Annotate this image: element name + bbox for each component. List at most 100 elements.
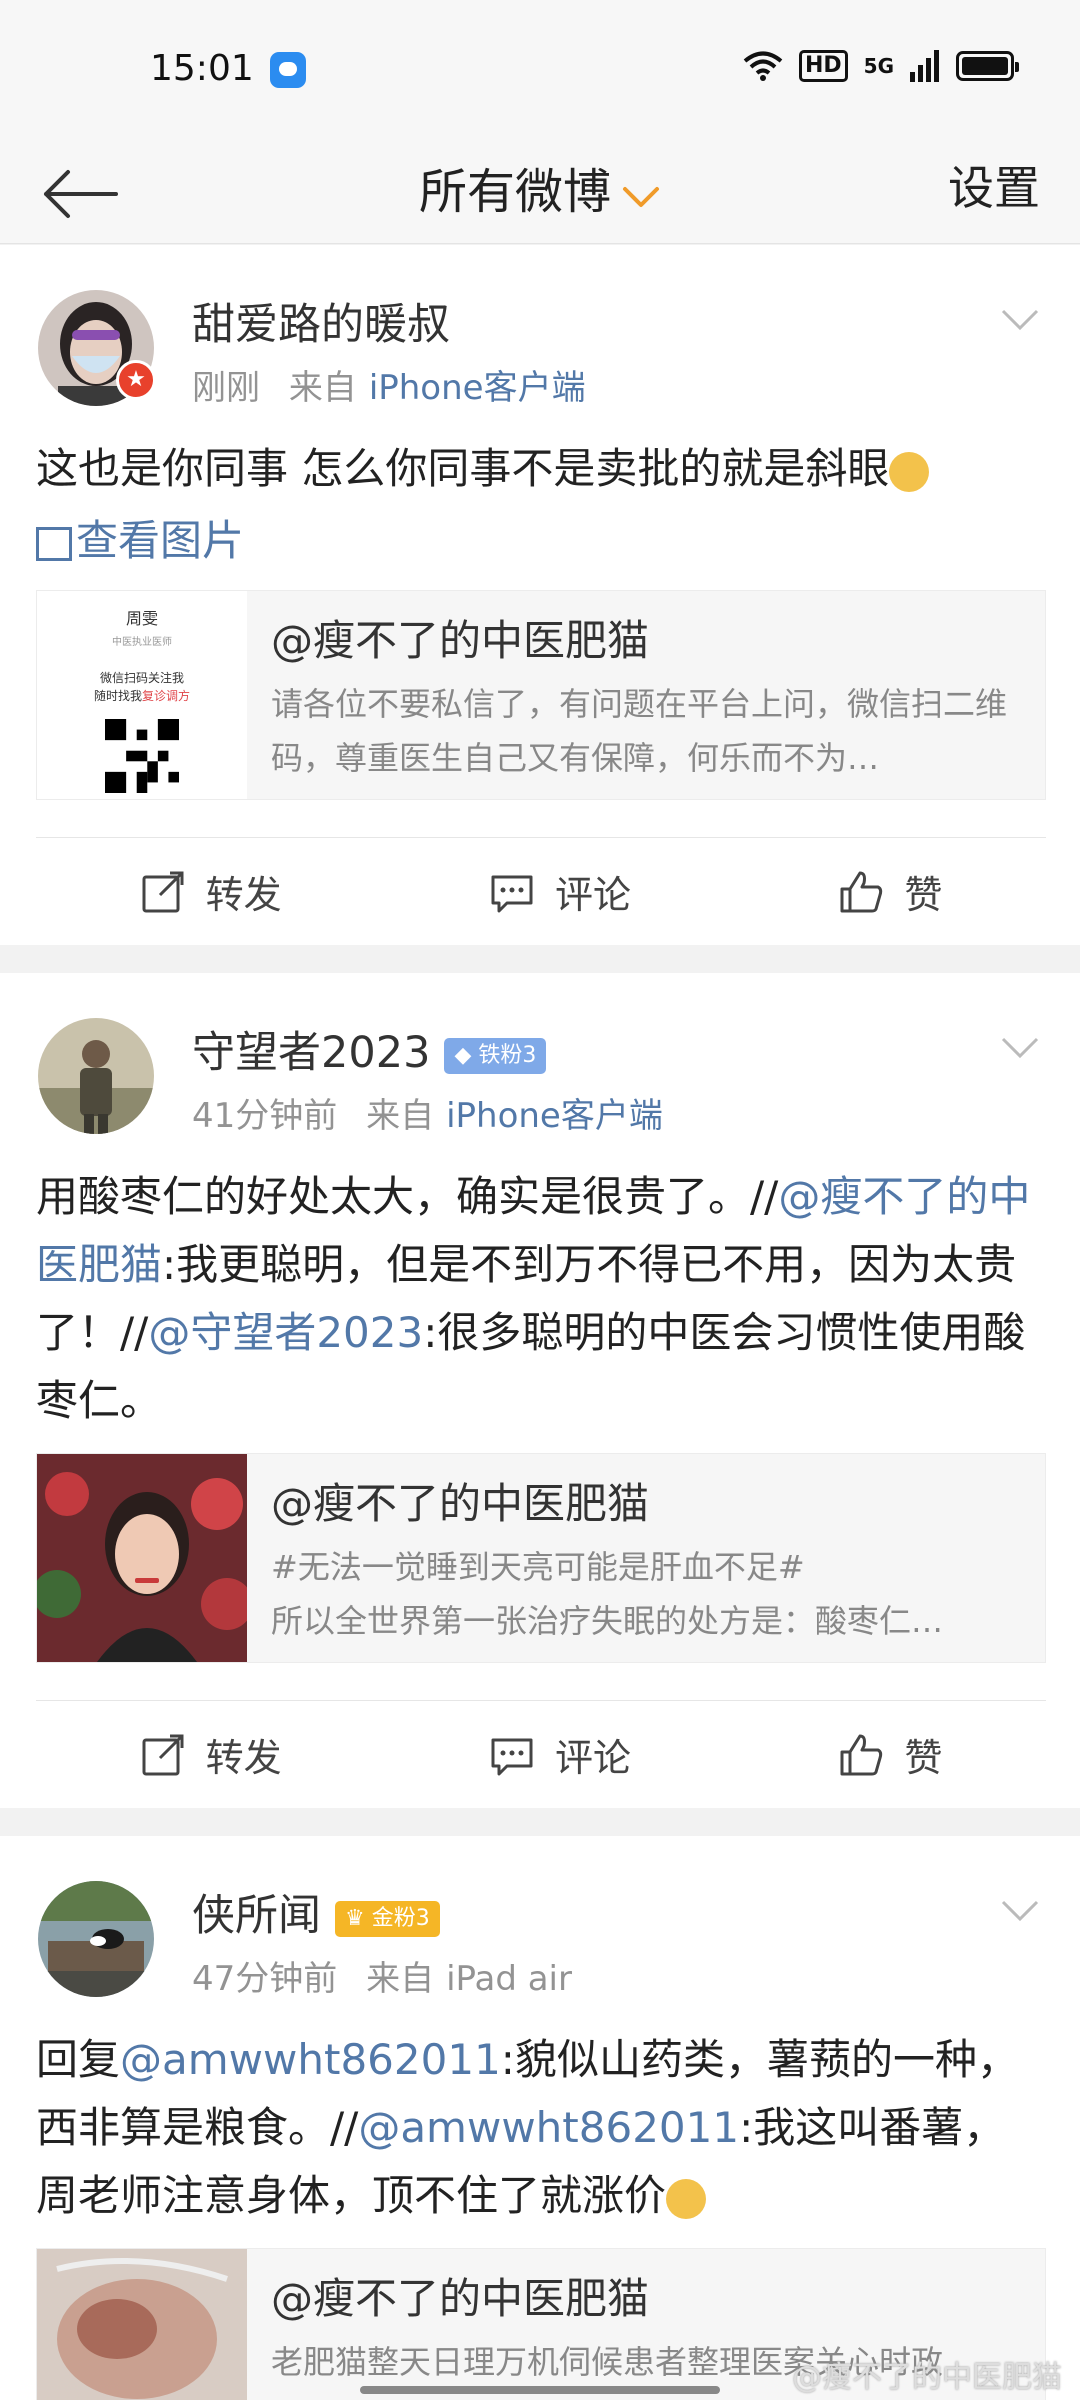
like-button[interactable]: 赞	[838, 864, 942, 919]
post-text: 用酸枣仁的好处太大，确实是很贵了。//@瘦不了的中医肥猫:我更聪明，但是不到万不…	[36, 1163, 1046, 1435]
post-source[interactable]: iPhone客户端	[446, 1096, 663, 1136]
app-notification-icon	[270, 52, 306, 88]
signal-icon	[910, 50, 939, 82]
diamond-icon: ◆	[454, 1042, 472, 1068]
post-meta: 刚刚 来自 iPhone客户端	[192, 360, 586, 409]
battery-icon	[956, 51, 1019, 81]
thumb-quote-text: 随时找我	[93, 689, 142, 703]
verified-badge-icon: ★	[116, 360, 156, 400]
post-source-prefix: 来自	[288, 368, 357, 408]
quote-hashtag[interactable]: #无法一觉睡到天亮可能是肝血不足#	[271, 1540, 1031, 1594]
repost-button[interactable]: 转发	[140, 1727, 282, 1782]
thumbs-up-icon	[840, 871, 883, 912]
comment-label: 评论	[554, 873, 631, 917]
comment-button[interactable]: 评论	[489, 1727, 631, 1782]
thumb-quote-line-1: 微信扫码关注我	[99, 671, 184, 685]
status-bar: 15:01 HD 5G	[0, 0, 1080, 140]
comment-icon	[491, 875, 533, 912]
view-picture-label: 查看图片	[76, 516, 245, 565]
crown-icon: ♛	[345, 1905, 365, 1931]
post-author[interactable]: 守望者2023	[192, 1028, 430, 1078]
thumb-quote: 微信扫码关注我 随时找我复诊调方	[57, 669, 227, 705]
post-text-segment: 回复	[36, 2035, 121, 2084]
post-time: 41分钟前	[192, 1096, 338, 1136]
post-actions: 转发 评论 赞	[36, 837, 1046, 945]
fan-badge: ♛ 金粉3	[335, 1900, 440, 1937]
avatar[interactable]	[38, 1018, 154, 1134]
chevron-down-icon	[621, 167, 661, 223]
post-source: iPad air	[446, 1959, 572, 1999]
post-actions: 转发 评论 赞	[36, 1700, 1046, 1808]
post-meta: 47分钟前 来自 iPad air	[192, 1951, 572, 2000]
comment-label: 评论	[554, 1736, 631, 1780]
post-card[interactable]: 守望者2023 ◆ 铁粉3 41分钟前 来自 iPhone客户端 用酸枣仁的好处太大…	[0, 973, 1080, 1808]
thumb-name: 周雯	[125, 609, 158, 628]
post-meta: 41分钟前 来自 iPhone客户端	[192, 1088, 663, 1137]
qr-code-image	[105, 719, 179, 793]
post-card[interactable]: 侠所闻 ♛ 金粉3 47分钟前 来自 iPad air 回复@amwwht86201…	[0, 1836, 1080, 2400]
post-time: 刚刚	[192, 368, 260, 408]
quote-author: @瘦不了的中医肥猫	[271, 616, 650, 665]
post-menu-chevron-icon[interactable]	[1000, 1035, 1040, 1061]
post-menu-chevron-icon[interactable]	[1000, 1898, 1040, 1924]
avatar[interactable]	[38, 1881, 154, 1997]
thumb-quote-highlight: 复诊调方	[142, 689, 191, 703]
settings-button[interactable]: 设置	[948, 152, 1040, 218]
repost-icon	[142, 1734, 184, 1775]
doge-emoji-icon	[889, 451, 930, 492]
quote-snippet: #无法一觉睡到天亮可能是肝血不足# 所以全世界第一张治疗失眠的处方是：酸枣仁…	[271, 1540, 1031, 1648]
post-card[interactable]: ★ 甜爱路的暖叔 刚刚 来自 iPhone客户端 这也是你同事 怎么你同事不是卖批…	[0, 245, 1080, 945]
mention-link[interactable]: @守望者2023	[148, 1308, 423, 1357]
post-source-prefix: 来自	[366, 1959, 435, 1999]
post-source[interactable]: iPhone客户端	[369, 368, 586, 408]
post-author-row: 侠所闻 ♛ 金粉3	[192, 1881, 440, 1943]
watermark: @瘦不了的中医肥猫	[792, 2360, 1062, 2395]
post-text: 这也是你同事 怎么你同事不是卖批的就是斜眼	[36, 435, 1046, 503]
quote-author: @瘦不了的中医肥猫	[271, 2274, 650, 2323]
status-icons: HD 5G	[743, 50, 1019, 82]
post-text-body: 这也是你同事 怎么你同事不是卖批的就是斜眼	[36, 444, 890, 493]
wifi-icon	[743, 51, 783, 81]
quote-snippet-line: 所以全世界第一张治疗失眠的处方是：酸枣仁…	[271, 1602, 944, 1640]
like-button[interactable]: 赞	[838, 1727, 942, 1782]
repost-label: 转发	[205, 1736, 282, 1780]
post-author[interactable]: 侠所闻	[192, 1891, 321, 1941]
quote-thumbnail	[37, 1454, 247, 1662]
post-time: 47分钟前	[192, 1959, 338, 1999]
quote-author: @瘦不了的中医肥猫	[271, 1479, 650, 1528]
post-author-row: 守望者2023 ◆ 铁粉3	[192, 1018, 547, 1080]
home-indicator[interactable]	[360, 2386, 720, 2394]
quoted-post[interactable]: 周雯 中医执业医师 微信扫码关注我 随时找我复诊调方 @瘦不了的中医肥猫 请各位…	[36, 590, 1046, 800]
thumbs-up-icon	[840, 1734, 883, 1775]
comment-icon	[491, 1738, 533, 1775]
nav-title: 所有微博	[418, 164, 611, 220]
hd-icon: HD	[798, 50, 848, 82]
fan-badge-label: 铁粉3	[478, 1042, 537, 1068]
view-picture-link[interactable]: 查看图片	[36, 507, 244, 568]
repost-label: 转发	[205, 873, 282, 917]
fan-badge: ◆ 铁粉3	[444, 1037, 547, 1074]
network-type: 5G	[863, 54, 894, 78]
repost-button[interactable]: 转发	[140, 864, 282, 919]
comment-button[interactable]: 评论	[489, 864, 631, 919]
post-author[interactable]: 甜爱路的暖叔	[192, 290, 450, 352]
mention-link[interactable]: @amwwht862011	[120, 2035, 501, 2084]
nav-bar: 所有微博 设置	[0, 140, 1080, 244]
quoted-post[interactable]: @瘦不了的中医肥猫 #无法一觉睡到天亮可能是肝血不足# 所以全世界第一张治疗失眠…	[36, 1453, 1046, 1663]
like-label: 赞	[904, 1736, 943, 1780]
thumb-subtitle: 中医执业医师	[112, 637, 172, 648]
feed-filter-dropdown[interactable]: 所有微博	[0, 152, 1080, 223]
post-text: 回复@amwwht862011:貌似山药类，薯蓣的一种，西非算是粮食。//@am…	[36, 2026, 1046, 2230]
status-time: 15:01	[150, 48, 254, 89]
post-menu-chevron-icon[interactable]	[1000, 307, 1040, 333]
quote-snippet: 请各位不要私信了，有问题在平台上问，微信扫二维码，尊重医生自己又有保障，何乐而不…	[271, 685, 1008, 777]
post-source-prefix: 来自	[366, 1096, 435, 1136]
mention-link[interactable]: @amwwht862011	[358, 2103, 739, 2152]
thumb-quote-line-2: 随时找我复诊调方	[57, 687, 227, 705]
like-label: 赞	[904, 873, 943, 917]
grin-emoji-icon	[666, 2178, 707, 2219]
picture-icon	[36, 526, 72, 561]
fan-badge-label: 金粉3	[371, 1905, 430, 1931]
quote-thumbnail	[37, 2249, 247, 2400]
repost-icon	[142, 871, 184, 912]
